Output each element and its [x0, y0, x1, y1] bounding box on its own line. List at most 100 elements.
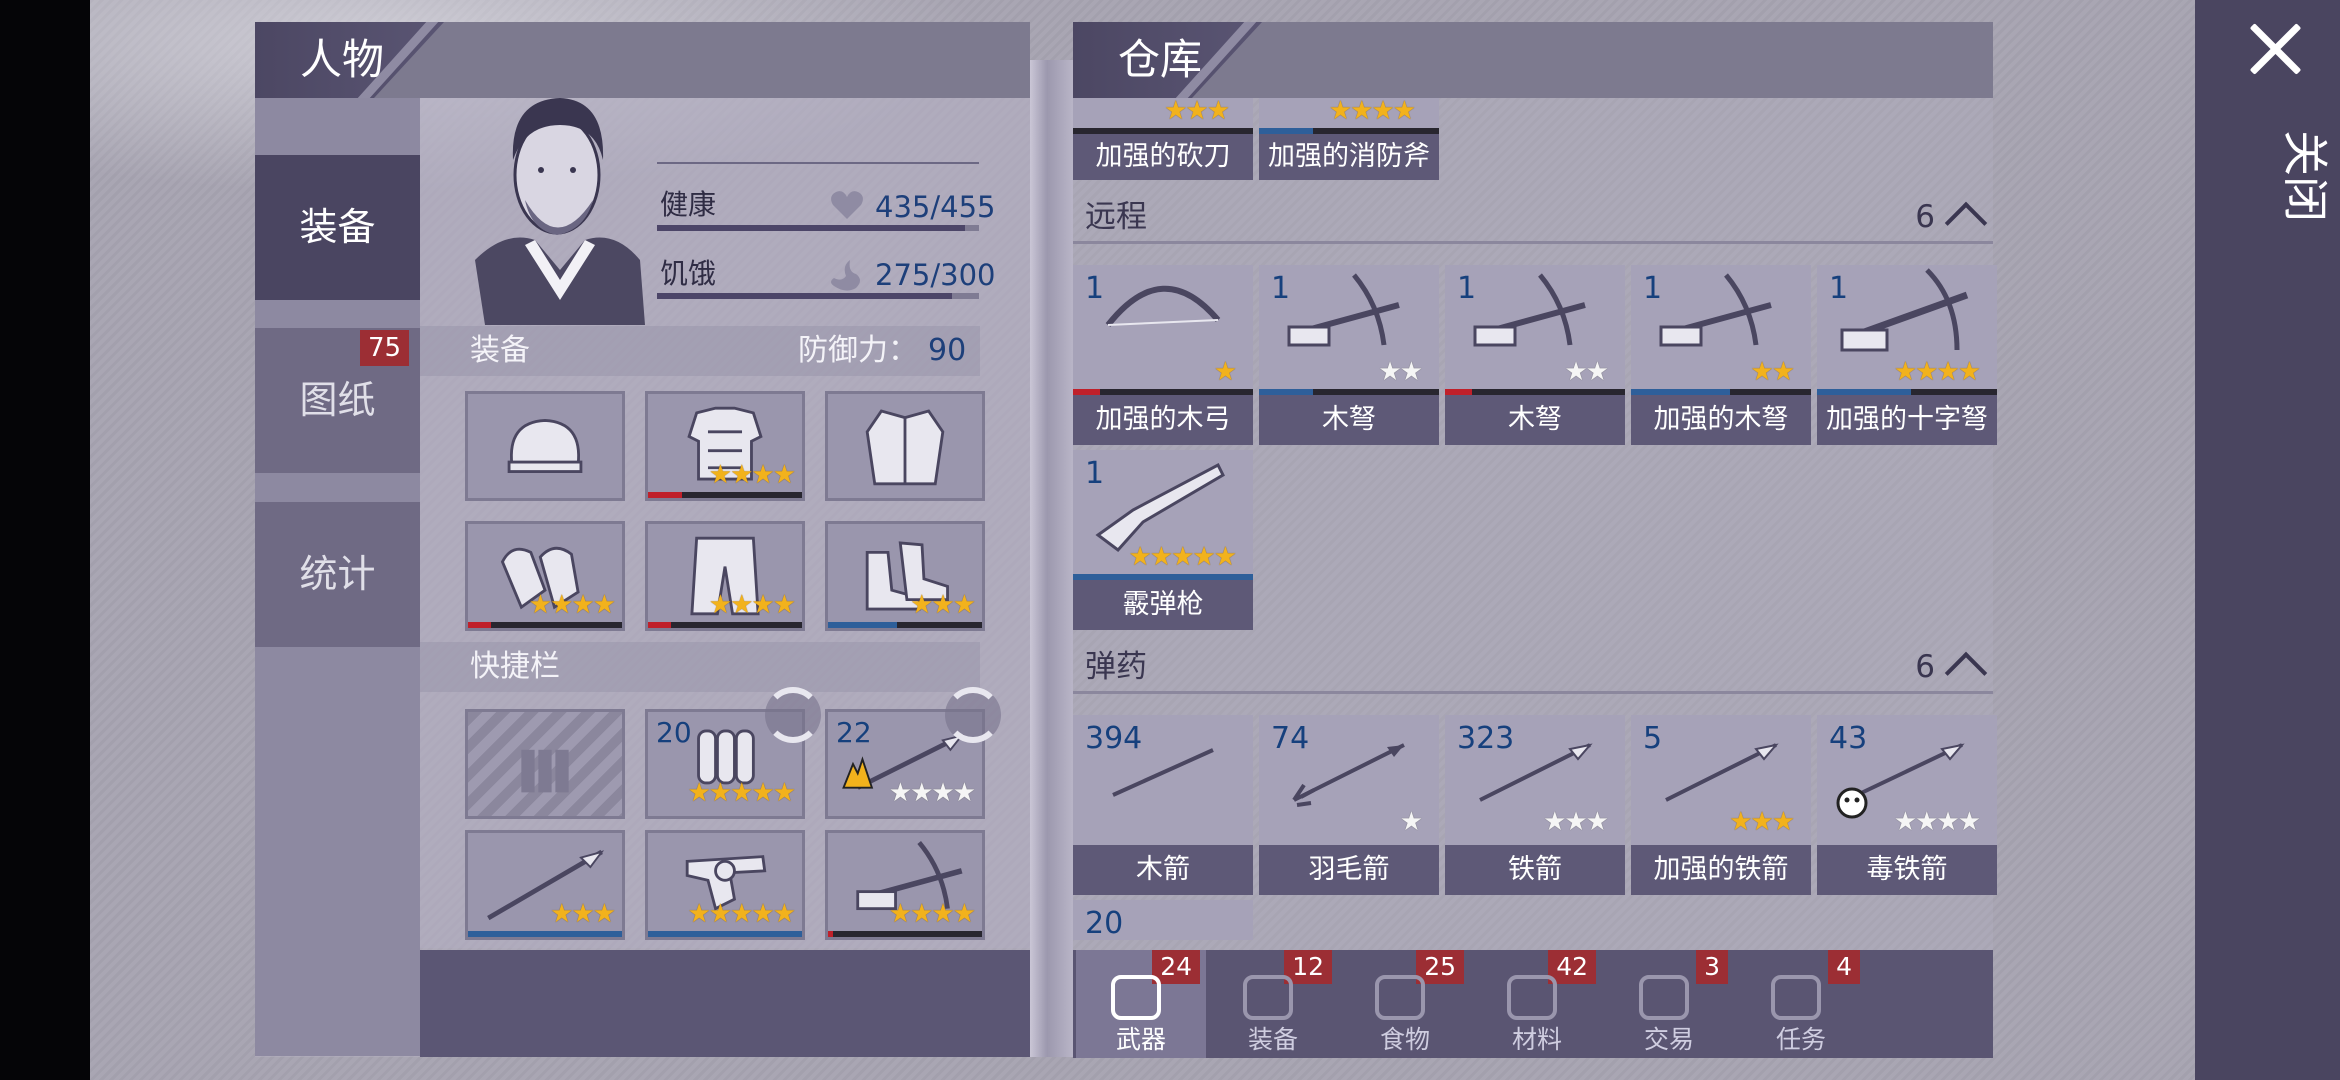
defense-label: 防御力：: [798, 333, 918, 368]
durability-bar: [1259, 389, 1439, 395]
tab-equipment[interactable]: 装备: [255, 155, 420, 300]
star-rating: ★★★★: [1893, 807, 1981, 837]
section-ammo[interactable]: 弹药 6: [1073, 640, 1993, 695]
tab-statistics[interactable]: 统计: [255, 502, 420, 647]
hunger-bar: [657, 293, 979, 299]
ammo-item[interactable]: 毒铁箭 ★★★★ 43: [1817, 715, 1997, 895]
ammo-item[interactable]: 20: [1073, 900, 1253, 941]
chevron-up-icon[interactable]: [1944, 201, 1988, 245]
close-label[interactable]: 关闭: [2275, 130, 2335, 222]
quickbar-slot[interactable]: ★★★★: [825, 830, 985, 940]
melee-item[interactable]: ★★★ 加强的砍刀: [1073, 98, 1253, 180]
health-bar: [657, 225, 979, 231]
item-label: 铁箭: [1445, 845, 1625, 895]
hunger-label: 饥饿: [660, 257, 717, 290]
close-icon[interactable]: [2245, 20, 2305, 80]
category-tab[interactable]: 3 交易: [1604, 950, 1734, 1058]
durability-bar: [828, 931, 982, 937]
category-tab[interactable]: 42 材料: [1472, 950, 1602, 1058]
equipment-slot[interactable]: [465, 391, 625, 501]
defense-value: 90: [928, 333, 967, 368]
quickbar-header: 快捷栏: [420, 642, 980, 692]
equipment-slot[interactable]: ★★★★: [465, 521, 625, 631]
item-label: 加强的十字弩: [1817, 395, 1997, 445]
item-label: 加强的木弩: [1631, 395, 1811, 445]
star-rating: ★★★: [550, 899, 616, 929]
ranged-item[interactable]: 加强的木弓 ★ 1: [1073, 265, 1253, 445]
heart-icon: [831, 191, 863, 219]
star-rating: ★★★: [1729, 807, 1795, 837]
ammo-item[interactable]: 加强的铁箭 ★★★ 5: [1631, 715, 1811, 895]
screen-edge-left: [0, 0, 90, 1080]
hunger-bar-fill: [657, 293, 953, 299]
section-ranged[interactable]: 远程 6: [1073, 190, 1993, 245]
item-label: 木弩: [1445, 395, 1625, 445]
star-rating: ★★★★: [1328, 96, 1416, 126]
ammo-item[interactable]: 铁箭 ★★★ 323: [1445, 715, 1625, 895]
chevron-up-icon[interactable]: [1944, 651, 1988, 695]
durability-bar: [828, 622, 982, 628]
swap-icon[interactable]: [945, 687, 1001, 743]
slot-count: 22: [836, 716, 872, 749]
durability-bar: [1445, 389, 1625, 395]
storage-header: 仓库: [1073, 22, 1993, 98]
durability-bar: [468, 622, 622, 628]
category-tab[interactable]: 12 装备: [1208, 950, 1338, 1058]
stomach-icon: [831, 260, 860, 291]
quickbar-slot[interactable]: ★★★★★: [645, 830, 805, 940]
panel-divider: [1030, 60, 1073, 1057]
ranged-item[interactable]: 加强的十字弩 ★★★★ 1: [1817, 265, 1997, 445]
star-rating: ★★★★: [888, 899, 976, 929]
tab-label: 食物: [1379, 1025, 1430, 1054]
storage-title: 仓库: [1073, 22, 1262, 98]
character-title: 人物: [255, 22, 444, 98]
coin-icon: [1639, 975, 1689, 1020]
section-label: 弹药: [1085, 649, 1147, 685]
star-rating: ★★: [1564, 357, 1609, 387]
star-rating: ★★★★★: [687, 899, 796, 929]
item-count: 74: [1271, 721, 1310, 756]
star-rating: ★★: [1750, 357, 1795, 387]
quickbar-slot[interactable]: ★★★: [465, 830, 625, 940]
item-label: 毒铁箭: [1817, 845, 1997, 895]
key-icon: [1771, 975, 1821, 1020]
slot-count: 20: [656, 716, 692, 749]
ranged-item[interactable]: 木弩 ★★ 1: [1445, 265, 1625, 445]
section-count: 6: [1915, 649, 1935, 685]
star-rating: ★★★★: [1893, 357, 1981, 387]
equipment-slot[interactable]: [825, 391, 985, 501]
health-value: 435/455: [875, 190, 996, 224]
hunger-value: 275/300: [875, 258, 996, 292]
ranged-item[interactable]: 霰弹枪 ★★★★★ 1: [1073, 450, 1253, 630]
shirt-icon: [1243, 975, 1293, 1020]
quickbar-slot[interactable]: [465, 709, 625, 819]
item-count: 394: [1085, 721, 1143, 756]
star-rating: ★★★★: [708, 460, 796, 490]
durability-bar: [648, 492, 802, 498]
item-label: 加强的木弓: [1073, 395, 1253, 445]
item-count: 1: [1643, 271, 1663, 306]
item-count: 1: [1829, 271, 1849, 306]
equipment-slot[interactable]: ★★★: [825, 521, 985, 631]
star-rating: ★★★★: [528, 590, 616, 620]
ranged-item[interactable]: 加强的木弩 ★★ 1: [1631, 265, 1811, 445]
section-label: 远程: [1085, 199, 1147, 235]
close-sidebar: 关闭: [2195, 0, 2340, 1080]
item-label: 羽毛箭: [1259, 845, 1439, 895]
wood-log-icon: [1507, 975, 1557, 1020]
category-tab[interactable]: 4 任务: [1736, 950, 1866, 1058]
category-tab[interactable]: 24 武器: [1076, 950, 1206, 1058]
category-tab[interactable]: 25 食物: [1340, 950, 1470, 1058]
durability-bar: [1073, 574, 1253, 580]
equipment-slot[interactable]: ★★★★: [645, 521, 805, 631]
ammo-item[interactable]: 木箭 394: [1073, 715, 1253, 895]
item-count: 1: [1085, 271, 1105, 306]
star-rating: ★★★★★: [1128, 542, 1237, 572]
ranged-item[interactable]: 木弩 ★★ 1: [1259, 265, 1439, 445]
swap-icon[interactable]: [765, 687, 821, 743]
ammo-item[interactable]: 羽毛箭 ★ 74: [1259, 715, 1439, 895]
equipment-slot[interactable]: ★★★★: [645, 391, 805, 501]
item-label: 木弩: [1259, 395, 1439, 445]
melee-item[interactable]: ★★★★ 加强的消防斧: [1259, 98, 1439, 180]
item-count: 1: [1271, 271, 1291, 306]
